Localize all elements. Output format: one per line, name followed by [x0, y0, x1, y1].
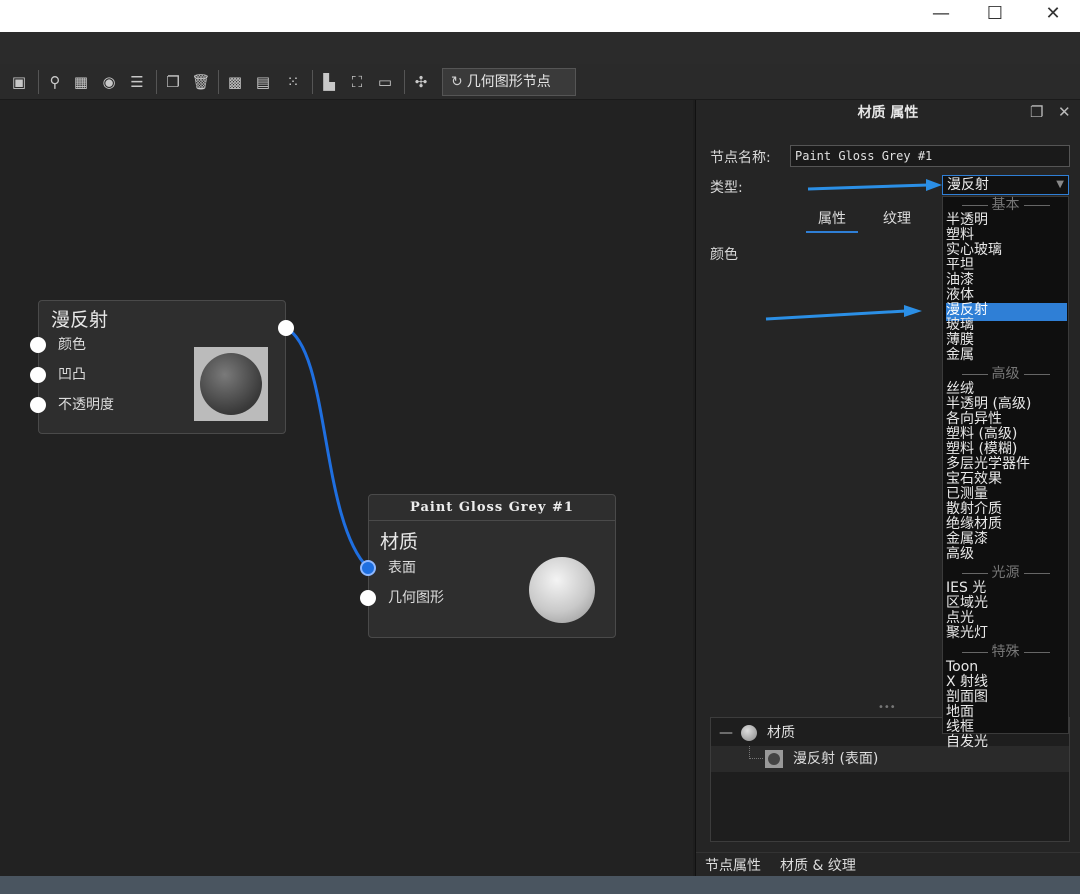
tab-material-texture[interactable]: 材质 & 纹理	[780, 855, 856, 875]
dropdown-group-header: 基本	[943, 198, 1068, 212]
toolbar-separator	[218, 70, 219, 94]
node-name-label: 节点名称:	[710, 150, 771, 166]
material-preview-sphere	[529, 557, 595, 623]
geometry-node-label: 几何图形节点	[466, 74, 551, 90]
port-geometry-label: 几何图形	[388, 590, 444, 606]
align-icon[interactable]: ▙	[318, 71, 340, 93]
port-opacity[interactable]	[30, 397, 46, 413]
dropdown-group-header: 高级	[943, 367, 1068, 381]
collapse-icon[interactable]: —	[719, 720, 733, 746]
play-icon[interactable]: ◉	[98, 71, 120, 93]
maximize-button[interactable]: ☐	[972, 0, 1018, 28]
diffuse-thumb-icon	[765, 750, 783, 768]
port-bump[interactable]	[30, 367, 46, 383]
tab-node-properties[interactable]: 节点属性	[700, 855, 766, 880]
link-layer	[285, 326, 370, 570]
toolbar-separator	[38, 70, 39, 94]
port-color[interactable]	[30, 337, 46, 353]
panel-title: 材质 属性	[857, 105, 919, 121]
group-icon[interactable]: ▤	[252, 71, 274, 93]
search-icon[interactable]: ⚲	[44, 71, 66, 93]
tab-properties[interactable]: 属性	[806, 208, 858, 233]
sliders-icon[interactable]: ☰	[126, 71, 148, 93]
material-sphere-icon	[741, 725, 757, 741]
ungroup-icon[interactable]: ⁙	[282, 71, 304, 93]
dropdown-option[interactable]: 高级	[946, 547, 1067, 565]
split-icon[interactable]: ✣	[410, 71, 432, 93]
layout-icon[interactable]: ▦	[70, 71, 92, 93]
material-node-title: 材质	[380, 531, 419, 553]
dropdown-group-header: 光源	[943, 566, 1068, 580]
dropdown-option[interactable]: 金属	[946, 348, 1067, 366]
toolbar-separator	[312, 70, 313, 94]
minimize-button[interactable]: —	[918, 0, 964, 28]
dropdown-option[interactable]: 自发光	[946, 735, 1067, 753]
status-bar	[0, 876, 1080, 894]
type-dropdown-list[interactable]: 基本 半透明 塑料 实心玻璃 平坦 油漆 液体 漫反射 玻璃 薄膜 金属 高级 丝绒 半透明 (高级) 各向…	[942, 196, 1069, 749]
annotation-arrow-selected	[765, 305, 922, 321]
port-color-label: 颜色	[58, 337, 86, 353]
color-label: 颜色	[710, 247, 738, 263]
tree-diffuse-label: 漫反射 (表面)	[793, 751, 879, 767]
diffuse-node-title: 漫反射	[51, 309, 109, 331]
type-label: 类型:	[710, 180, 743, 196]
port-bump-label: 凹凸	[58, 367, 86, 383]
refresh-icon: ↻	[451, 74, 463, 90]
save-icon[interactable]: ▣	[8, 71, 30, 93]
dropdown-option[interactable]: 聚光灯	[946, 626, 1067, 644]
add-node-icon[interactable]: ▩	[224, 71, 246, 93]
tree-material-label: 材质	[767, 725, 795, 741]
port-geometry[interactable]	[360, 590, 376, 606]
close-button[interactable]: ✕	[1030, 0, 1076, 28]
window-title-bar: — ☐ ✕	[0, 0, 1080, 32]
copy-icon[interactable]: ❐	[162, 71, 184, 93]
dropdown-group-header: 特殊	[943, 645, 1068, 659]
close-panel-icon[interactable]: ✕	[1058, 103, 1071, 121]
diffuse-to-surface-link[interactable]	[285, 326, 370, 570]
float-panel-icon[interactable]: ❐	[1030, 103, 1043, 121]
diffuse-output-port[interactable]	[278, 320, 294, 336]
chevron-down-icon: ▼	[1056, 179, 1064, 190]
type-combobox[interactable]: 漫反射 ▼	[942, 175, 1069, 195]
annotation-arrow-combo	[807, 179, 942, 191]
material-node-header: Paint Gloss Grey #1	[369, 495, 615, 521]
toolbar-separator	[404, 70, 405, 94]
port-surface-label: 表面	[388, 560, 416, 576]
type-combobox-value: 漫反射	[947, 177, 989, 193]
graph-toolbar: ▣ ⚲ ▦ ◉ ☰ ❐ 🗑 ▩ ▤ ⁙ ▙ ⛶ ▭ ✣ ↻ 几何图形节点	[0, 64, 1080, 100]
tree-connector	[749, 746, 763, 759]
node-graph-canvas[interactable]: 漫反射 颜色 凹凸 不透明度 Paint Gloss Grey #1 材质 表面…	[0, 100, 693, 876]
toolbar-separator	[156, 70, 157, 94]
delete-icon[interactable]: 🗑	[190, 71, 212, 93]
port-opacity-label: 不透明度	[58, 397, 114, 413]
diffuse-preview-thumbnail	[194, 347, 268, 421]
tab-texture[interactable]: 纹理	[883, 208, 911, 228]
port-surface[interactable]	[360, 560, 376, 576]
zoom-100-icon[interactable]: ▭	[374, 71, 396, 93]
panel-bottom-tabs: 节点属性 材质 & 纹理	[696, 852, 1080, 880]
geometry-node-button[interactable]: ↻ 几何图形节点	[442, 68, 576, 96]
node-name-input[interactable]: Paint Gloss Grey #1	[790, 145, 1070, 167]
resize-handle[interactable]: •••	[878, 702, 896, 713]
fit-icon[interactable]: ⛶	[346, 71, 368, 93]
menu-bar	[0, 32, 1080, 64]
